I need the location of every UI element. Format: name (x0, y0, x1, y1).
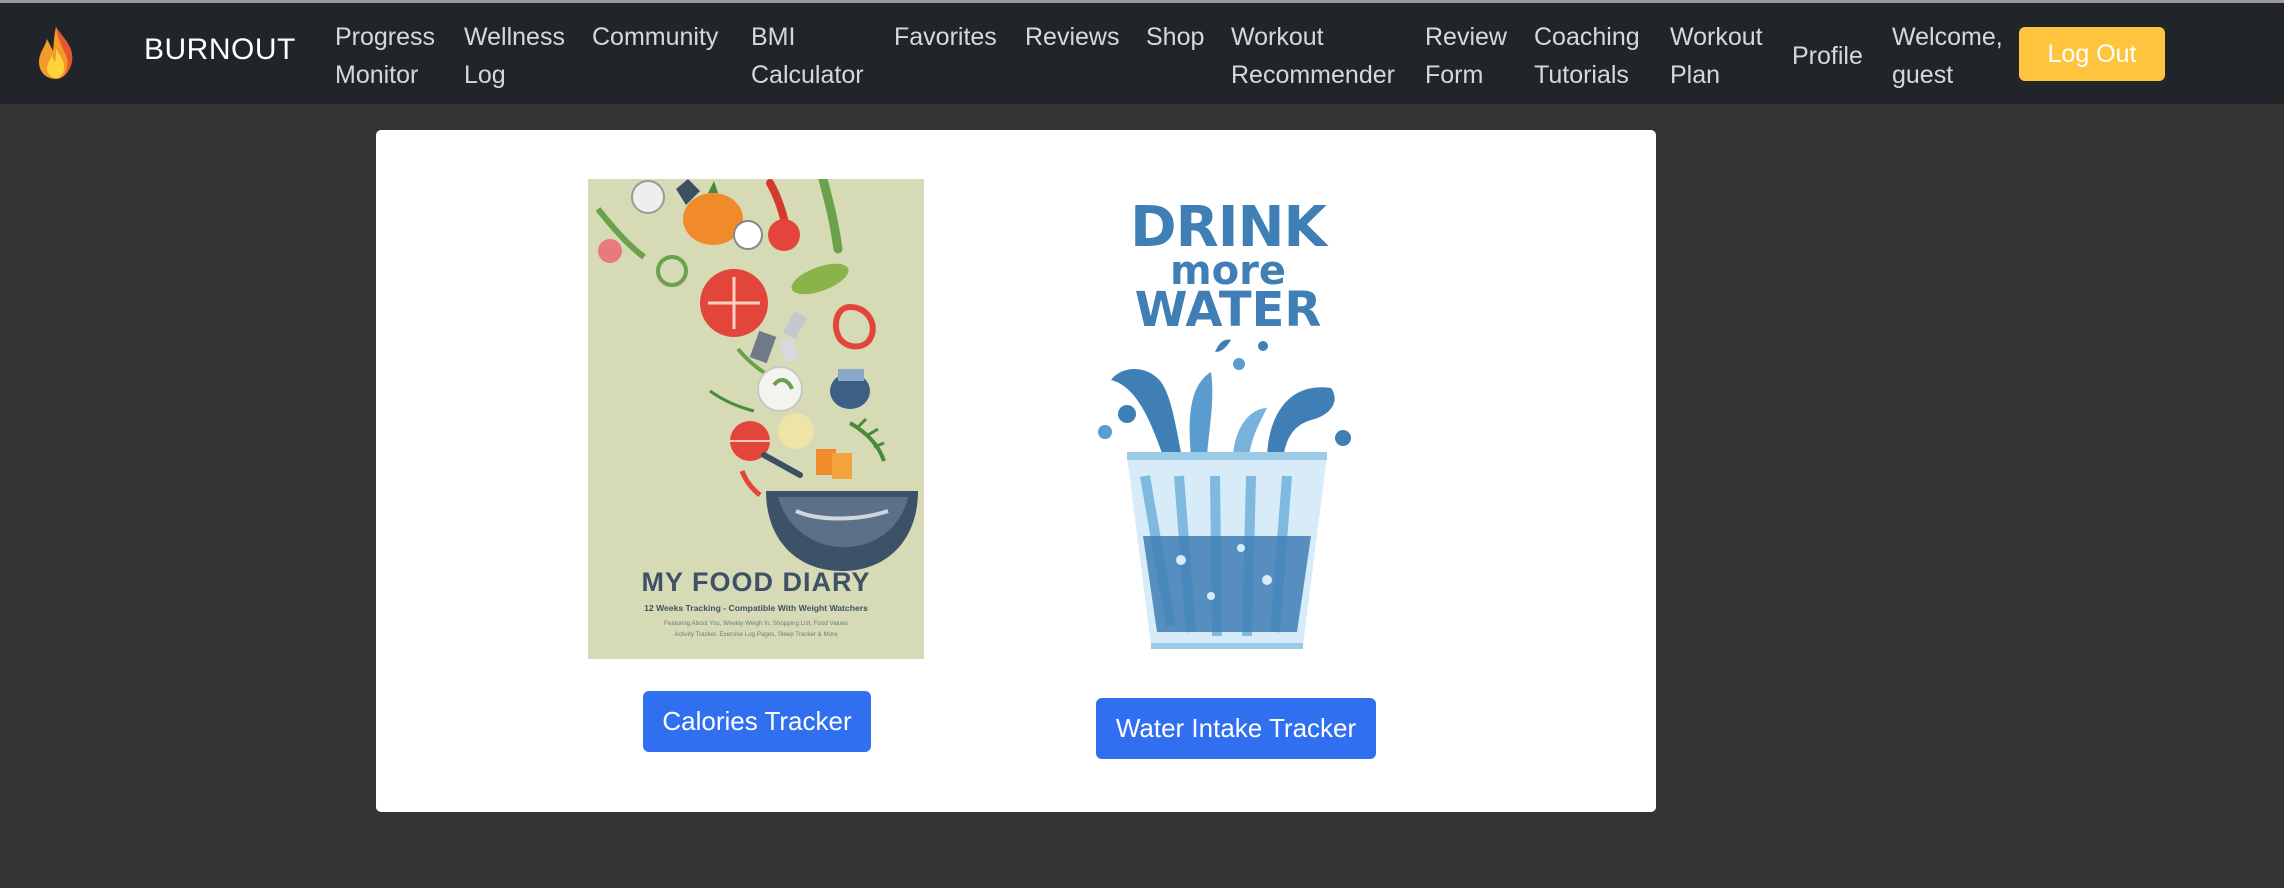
poster-text-water: WATER (1135, 282, 1322, 338)
trackers-card: MY FOOD DIARY 12 Weeks Tracking - Compat… (376, 130, 1656, 812)
welcome-text: Welcome, guest (1892, 23, 2003, 89)
nav-link-shop[interactable]: Shop (1146, 18, 1204, 56)
nav-link-workout-plan[interactable]: Workout Plan (1670, 18, 1763, 94)
water-intake-tracker-button[interactable]: Water Intake Tracker (1096, 698, 1376, 759)
food-diary-cover-image[interactable]: MY FOOD DIARY 12 Weeks Tracking - Compat… (588, 179, 924, 659)
navbar: BURNOUT Progress Monitor Wellness Log Comm… (0, 3, 2284, 104)
cover-title: MY FOOD DIARY (641, 567, 870, 597)
cover-fine-print-2: Activity Tracker, Exercise Log Pages, Sl… (674, 631, 838, 638)
nav-link-workout-recommender[interactable]: Workout Recommender (1231, 18, 1395, 94)
nav-link-community[interactable]: Community (592, 18, 718, 56)
nav-link-coaching-tutorials[interactable]: Coaching Tutorials (1534, 18, 1640, 94)
calories-tracker-button[interactable]: Calories Tracker (643, 691, 871, 752)
cover-fine-print-1: Featuring About You, Weekly Weigh In, Sh… (664, 620, 848, 627)
cover-subtitle: 12 Weeks Tracking - Compatible With Weig… (644, 603, 868, 613)
fire-icon[interactable] (34, 25, 78, 81)
nav-link-bmi-calculator[interactable]: BMI Calculator (751, 18, 864, 94)
nav-link-profile[interactable]: Profile (1792, 37, 1863, 75)
nav-link-wellness-log[interactable]: Wellness Log (464, 18, 565, 94)
nav-link-reviews[interactable]: Reviews (1025, 18, 1119, 56)
nav-link-review-form[interactable]: Review Form (1425, 18, 1507, 94)
nav-link-progress-monitor[interactable]: Progress Monitor (335, 18, 435, 94)
nav-link-favorites[interactable]: Favorites (894, 18, 997, 56)
logout-button[interactable]: Log Out (2019, 27, 2165, 81)
brand-name[interactable]: BURNOUT (144, 33, 296, 67)
